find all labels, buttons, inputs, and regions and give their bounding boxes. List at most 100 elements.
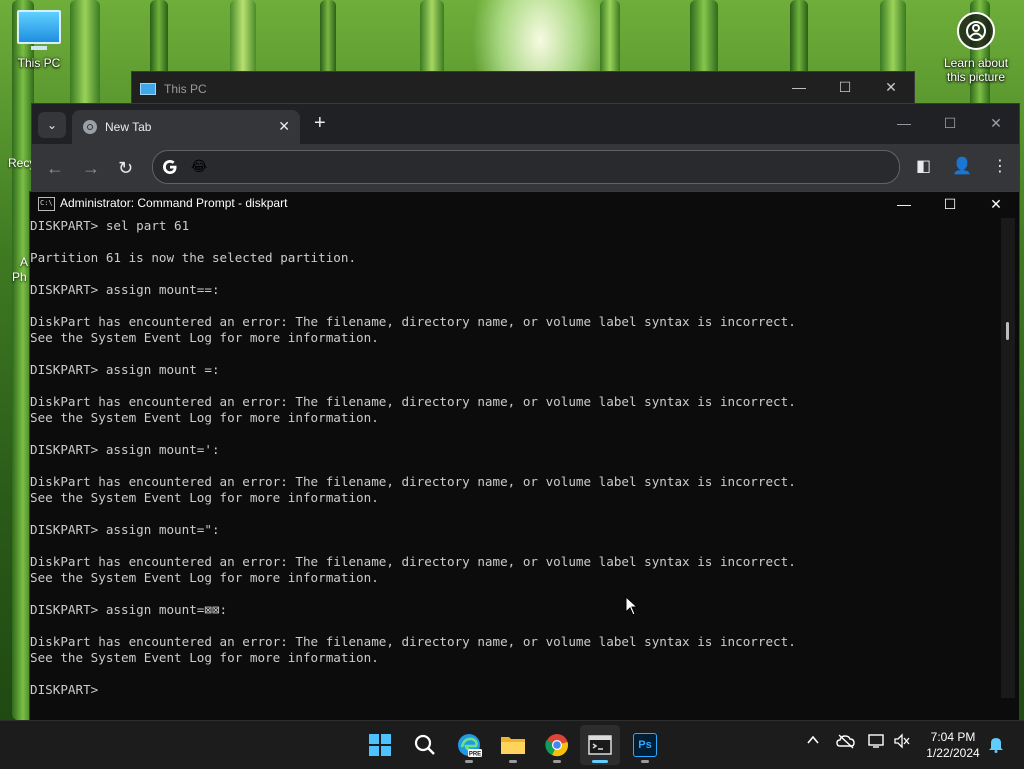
taskbar-search-button[interactable]	[405, 725, 445, 765]
minimize-button[interactable]: —	[881, 108, 927, 138]
notification-bell-icon[interactable]	[988, 735, 1004, 756]
console-line: DISKPART> assign mount==:	[30, 282, 220, 297]
desktop-icon-shortcut-ph[interactable]: Ph	[12, 270, 27, 284]
tab-title: New Tab	[105, 120, 152, 134]
taskbar-photoshop-button[interactable]: Ps	[625, 725, 665, 765]
folder-icon	[501, 737, 525, 754]
console-line: DISKPART> sel part 61	[30, 218, 190, 233]
desktop-icon-label: A	[20, 255, 29, 269]
console-line: DISKPART>	[30, 682, 106, 697]
new-tab-button[interactable]: +	[314, 113, 326, 133]
console-line: See the System Event Log for more inform…	[30, 650, 379, 665]
console-line: DiskPart has encountered an error: The f…	[30, 554, 796, 569]
vertical-scrollbar[interactable]	[1001, 218, 1015, 698]
console-line: Partition 61 is now the selected partiti…	[30, 250, 357, 265]
onedrive-offline-icon[interactable]	[836, 733, 856, 752]
console-line: DiskPart has encountered an error: The f…	[30, 394, 796, 409]
taskbar-edge-button[interactable]: PRE	[449, 725, 489, 765]
chrome-menu-button[interactable]: ⋮	[992, 156, 1008, 176]
tab-close-icon[interactable]: ✕	[278, 118, 290, 135]
terminal-icon	[588, 735, 612, 755]
tab-new-tab[interactable]: New Tab ✕	[72, 110, 300, 144]
taskbar-chrome-button[interactable]	[537, 725, 577, 765]
console-line: See the System Event Log for more inform…	[30, 410, 379, 425]
running-indicator	[553, 760, 561, 763]
taskbar-terminal-button[interactable]	[580, 725, 620, 765]
command-prompt-window[interactable]: C:\ Administrator: Command Prompt - disk…	[29, 191, 1020, 722]
tab-strip: ⌄ New Tab ✕ + — ☐ ✕	[32, 104, 1019, 144]
taskbar-file-explorer-button[interactable]	[493, 725, 533, 765]
console-output[interactable]: DISKPART> sel part 61 Partition 61 is now…	[30, 218, 998, 698]
computer-icon	[17, 10, 61, 50]
learn-about-picture-label: Learn about this picture	[943, 56, 1009, 84]
desktop-icon-shortcut-a[interactable]: A	[20, 255, 28, 269]
chevron-down-icon: ⌄	[46, 118, 58, 132]
console-line: DiskPart has encountered an error: The f…	[30, 474, 796, 489]
mouse-pointer-icon	[625, 596, 639, 616]
console-line: DISKPART> assign mount=":	[30, 522, 220, 537]
computer-icon	[140, 83, 156, 95]
laughing-emoji-icon: 😂	[191, 158, 208, 174]
minimize-button[interactable]: —	[881, 192, 927, 216]
maximize-button[interactable]: ☐	[927, 192, 973, 216]
desktop-icon-label: Ph	[12, 270, 27, 284]
start-button[interactable]	[360, 725, 400, 765]
edge-icon: PRE	[458, 734, 482, 758]
profile-button[interactable]: 👤	[952, 156, 972, 176]
maximize-button[interactable]: ☐	[822, 72, 868, 102]
network-icon[interactable]	[868, 733, 886, 752]
chrome-window[interactable]: ⌄ New Tab ✕ + — ☐ ✕ ← → ↻ 😂 ◧ 👤 ⋮	[31, 103, 1020, 195]
close-button[interactable]: ✕	[868, 72, 914, 102]
minimize-button[interactable]: —	[776, 72, 822, 102]
cmd-icon: C:\	[38, 197, 55, 211]
chrome-icon	[83, 120, 97, 134]
console-line: DiskPart has encountered an error: The f…	[30, 634, 796, 649]
address-bar[interactable]: 😂	[152, 150, 900, 184]
google-icon	[163, 160, 177, 174]
explorer-title: This PC	[140, 78, 207, 100]
windows-start-icon	[369, 734, 391, 756]
learn-about-picture[interactable]: Learn about this picture	[936, 12, 1016, 84]
clock-time: 7:04 PM	[930, 730, 976, 744]
maximize-button[interactable]: ☐	[927, 108, 973, 138]
taskbar-clock[interactable]: 7:04 PM 1/22/2024	[918, 729, 988, 761]
console-line: DISKPART> assign mount=':	[30, 442, 220, 457]
search-icon	[414, 734, 435, 755]
console-line: See the System Event Log for more inform…	[30, 330, 379, 345]
running-indicator	[641, 760, 649, 763]
close-button[interactable]: ✕	[973, 192, 1019, 216]
scrollbar-thumb[interactable]	[1006, 322, 1009, 340]
reload-button[interactable]: ↻	[118, 158, 133, 179]
console-line: See the System Event Log for more inform…	[30, 570, 379, 585]
back-button[interactable]: ←	[46, 158, 64, 179]
console-line: DISKPART> assign mount =:	[30, 362, 220, 377]
camera-info-icon	[957, 12, 995, 50]
desktop-icon-this-pc[interactable]: This PC	[1, 10, 77, 70]
chrome-icon	[545, 734, 568, 757]
running-indicator	[509, 760, 517, 763]
desktop-icon-label: This PC	[17, 56, 61, 70]
console-line: See the System Event Log for more inform…	[30, 490, 379, 505]
side-panel-button[interactable]: ◧	[916, 156, 931, 176]
running-indicator	[465, 760, 473, 763]
tray-chevron-up-icon[interactable]	[806, 733, 820, 750]
cmd-title-bar[interactable]: C:\ Administrator: Command Prompt - disk…	[30, 192, 1019, 216]
taskbar: PRE Ps 7:04 PM 1/22/2024	[0, 720, 1024, 769]
svg-text:PRE: PRE	[469, 752, 481, 758]
close-button[interactable]: ✕	[973, 108, 1019, 138]
forward-button[interactable]: →	[82, 158, 100, 179]
explorer-title-text: This PC	[164, 82, 207, 96]
console-line: DISKPART> assign mount=⊠⊠:	[30, 602, 228, 617]
tab-search-button[interactable]: ⌄	[38, 112, 66, 138]
volume-muted-icon[interactable]	[893, 733, 911, 752]
